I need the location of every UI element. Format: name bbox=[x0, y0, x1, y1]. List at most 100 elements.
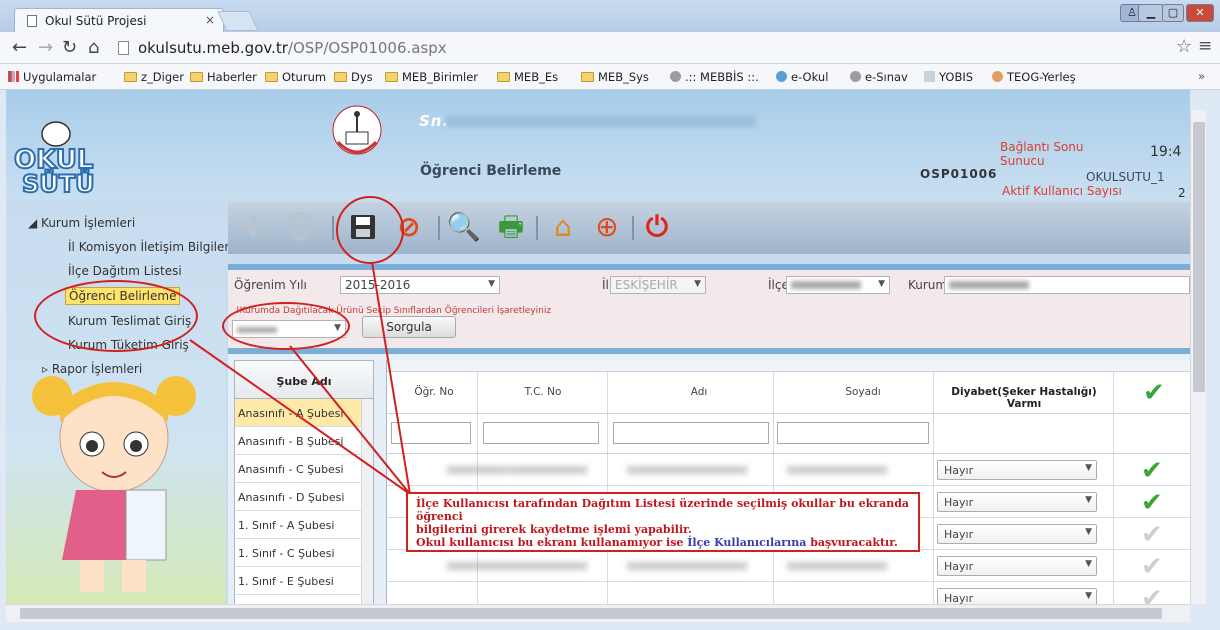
checked-icon[interactable]: ✔ bbox=[1141, 456, 1163, 486]
reload-icon[interactable]: ↻ bbox=[62, 37, 77, 58]
bookmark-link[interactable]: e-Okul bbox=[776, 70, 828, 84]
chevron-down-icon: ▼ bbox=[1085, 495, 1092, 505]
diyabet-select[interactable]: Hayır ▼ bbox=[937, 460, 1097, 480]
checked-icon[interactable]: ✔ bbox=[1141, 488, 1163, 518]
search-icon[interactable]: 🔍 bbox=[446, 210, 481, 244]
diyabet-select[interactable]: Hayır ▼ bbox=[937, 524, 1097, 544]
unchecked-icon[interactable]: ✔ bbox=[1141, 552, 1163, 582]
bookmark-folder[interactable]: Dys bbox=[334, 70, 373, 84]
back-icon[interactable]: ← bbox=[12, 37, 27, 58]
unchecked-icon[interactable]: ✔ bbox=[1141, 520, 1163, 550]
il-select[interactable]: ESKİŞEHİR ▼ bbox=[610, 276, 706, 294]
bookmark-folder[interactable]: z_Diger bbox=[124, 70, 184, 84]
annotation-save-circle bbox=[336, 196, 404, 264]
sube-row[interactable]: 2. Sınıf - A Şubesi bbox=[235, 595, 373, 604]
unchecked-icon[interactable]: ✔ bbox=[1141, 584, 1163, 604]
student-row[interactable]: Hayır ▼ ✔ bbox=[387, 582, 1190, 604]
bookmark-apps[interactable]: Uygulamalar bbox=[8, 70, 96, 84]
delete-icon[interactable]: 🗑 bbox=[282, 210, 318, 244]
forward-icon[interactable]: → bbox=[38, 37, 53, 58]
chevron-down-icon: ▼ bbox=[1085, 527, 1092, 537]
eokul-icon bbox=[776, 71, 787, 82]
annotation-select-circle bbox=[222, 302, 350, 350]
connection-info: Bağlantı Sonu Sunucu bbox=[1000, 140, 1084, 168]
adi-filter-input[interactable] bbox=[613, 422, 769, 444]
grid-header: Öğr. No T.C. No Adı Soyadı Diyabet(Şeker… bbox=[387, 372, 1190, 414]
close-window-button[interactable]: ✕ bbox=[1186, 4, 1214, 22]
sube-row[interactable]: Anasınıfı - B Şubesi bbox=[235, 427, 373, 455]
diyabet-select[interactable]: Hayır ▼ bbox=[937, 556, 1097, 576]
kurum-field[interactable] bbox=[944, 276, 1190, 294]
home-icon[interactable]: ⌂ bbox=[88, 37, 99, 58]
ilce-select[interactable]: ▼ bbox=[786, 276, 890, 294]
sube-header: Şube Adı bbox=[235, 361, 373, 399]
student-grid: Öğr. No T.C. No Adı Soyadı Diyabet(Şeker… bbox=[386, 360, 1190, 604]
sorgula-button[interactable]: Sorgula bbox=[362, 316, 456, 338]
meb-emblem bbox=[332, 105, 382, 155]
vertical-scrollbar[interactable] bbox=[1190, 110, 1206, 604]
diyabet-select[interactable]: Hayır ▼ bbox=[937, 588, 1097, 604]
sidebar-section-kurum[interactable]: ◢ Kurum İşlemleri bbox=[28, 216, 135, 230]
folder-icon bbox=[385, 72, 398, 82]
col-ogr-no: Öğr. No bbox=[414, 386, 454, 398]
sidebar-item-il-komisyon[interactable]: İl Komisyon İletişim Bilgiler bbox=[68, 240, 229, 254]
sunucu-label: Sunucu bbox=[1000, 154, 1045, 168]
toolbar-separator bbox=[332, 216, 334, 240]
vertical-scroll-thumb[interactable] bbox=[1193, 122, 1205, 392]
bookmark-link[interactable]: e-Sınav bbox=[850, 70, 908, 84]
minimize-button[interactable]: ▁ bbox=[1138, 4, 1164, 22]
navigation-bar: ← → ↻ ⌂ okulsutu.meb.gov.tr/OSP/OSP01006… bbox=[0, 32, 1220, 64]
okul-sutu-logo: OKUL SÜTÜ bbox=[13, 121, 96, 196]
sube-row[interactable]: Anasınıfı - C Şubesi bbox=[235, 455, 373, 483]
ogr-no-filter-input[interactable] bbox=[391, 422, 471, 444]
sube-row[interactable]: Anasınıfı - D Şubesi bbox=[235, 483, 373, 511]
bookmark-link[interactable]: YOBIS bbox=[924, 70, 973, 84]
folder-icon bbox=[124, 72, 137, 82]
close-tab-icon[interactable]: × bbox=[205, 13, 215, 27]
greeting: Sn. bbox=[419, 112, 450, 130]
title-bar: Okul Sütü Projesi × ♙ ▁ ▢ ✕ bbox=[0, 0, 1220, 32]
student-row[interactable]: Hayır ▼ ✔ bbox=[387, 454, 1190, 486]
bookmark-folder[interactable]: MEB_Es bbox=[497, 70, 558, 84]
student-row[interactable]: Hayır ▼ ✔ bbox=[387, 550, 1190, 582]
session-time: 19:4 bbox=[1150, 144, 1182, 160]
sube-scrollbar[interactable] bbox=[361, 399, 373, 604]
bookmark-folder[interactable]: MEB_Sys bbox=[581, 70, 649, 84]
power-icon[interactable]: ⏻ bbox=[640, 210, 674, 244]
bookmark-link[interactable]: .:: MEBBİS ::. bbox=[670, 70, 759, 84]
bookmark-link[interactable]: TEOG-Yerleş bbox=[992, 70, 1076, 84]
bookmark-folder[interactable]: Oturum bbox=[265, 70, 326, 84]
home-icon[interactable]: ⌂ bbox=[546, 210, 580, 244]
browser-tab[interactable]: Okul Sütü Projesi × bbox=[14, 8, 224, 32]
il-label: İl bbox=[602, 278, 609, 292]
sidebar-item-ilce-dagitim[interactable]: İlçe Dağıtım Listesi bbox=[68, 264, 182, 278]
menu-icon[interactable]: ≡ bbox=[1198, 36, 1212, 56]
bookmark-folder[interactable]: Haberler bbox=[190, 70, 257, 84]
add-icon[interactable]: ✚ bbox=[236, 210, 270, 244]
soyadi-filter-input[interactable] bbox=[777, 422, 929, 444]
horizontal-scroll-thumb[interactable] bbox=[20, 608, 1162, 619]
horizontal-scrollbar[interactable] bbox=[6, 604, 1190, 622]
maximize-button[interactable]: ▢ bbox=[1162, 4, 1184, 22]
col-tc-no: T.C. No bbox=[524, 386, 562, 398]
toolbar-separator bbox=[536, 216, 538, 240]
page-code: OSP01006 bbox=[920, 167, 998, 181]
aktif-value: 2 bbox=[1178, 186, 1186, 200]
address-bar[interactable]: okulsutu.meb.gov.tr/OSP/OSP01006.aspx bbox=[112, 36, 1162, 60]
more-bookmarks-icon[interactable]: » bbox=[1198, 69, 1205, 83]
chevron-down-icon: ▼ bbox=[1085, 591, 1092, 601]
bookmark-folder[interactable]: MEB_Birimler bbox=[385, 70, 478, 84]
help-icon[interactable]: ⊕ bbox=[590, 210, 624, 244]
sube-row[interactable]: 1. Sınıf - A Şubesi bbox=[235, 511, 373, 539]
sube-row[interactable]: 1. Sınıf - C Şubesi bbox=[235, 539, 373, 567]
page-title: Öğrenci Belirleme bbox=[420, 163, 562, 179]
diyabet-select[interactable]: Hayır ▼ bbox=[937, 492, 1097, 512]
tc-no-filter-input[interactable] bbox=[483, 422, 599, 444]
check-all-icon[interactable]: ✔ bbox=[1143, 378, 1165, 408]
sube-row[interactable]: 1. Sınıf - E Şubesi bbox=[235, 567, 373, 595]
print-icon[interactable]: 🖶 bbox=[494, 210, 528, 244]
bookmark-star-icon[interactable]: ☆ bbox=[1176, 36, 1192, 57]
ogrenim-yili-select[interactable]: 2015-2016 ▼ bbox=[340, 276, 500, 294]
bookmarks-bar: Uygulamalar z_Diger Haberler Oturum Dys … bbox=[0, 64, 1220, 90]
sube-row[interactable]: Anasınıfı - A Şubesi bbox=[235, 399, 373, 427]
